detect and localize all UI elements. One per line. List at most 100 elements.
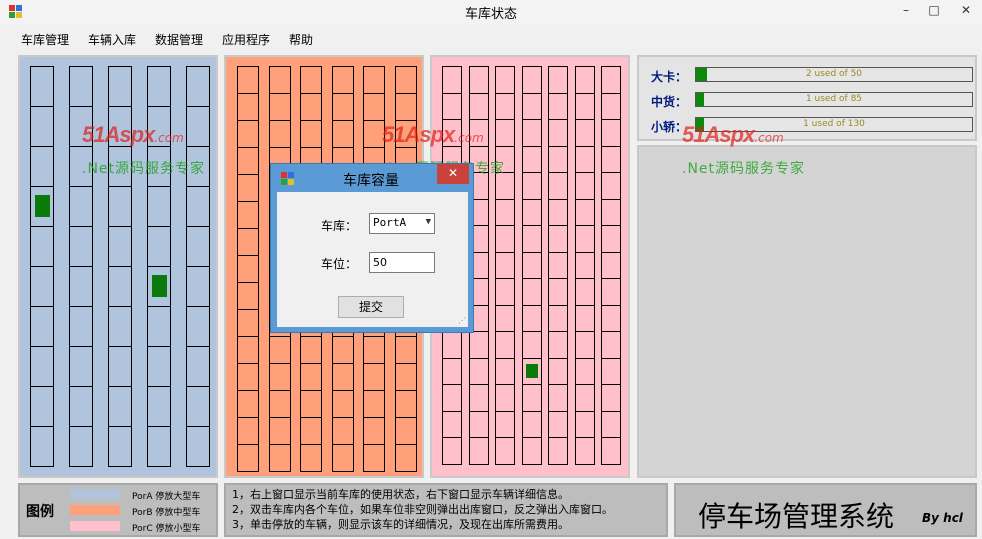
parking-slot[interactable]	[300, 363, 322, 391]
parking-slot[interactable]	[300, 417, 322, 445]
parking-slot[interactable]	[468, 410, 489, 438]
parking-slot[interactable]	[147, 426, 171, 467]
parking-slot[interactable]	[548, 437, 568, 465]
parking-slot[interactable]	[521, 278, 542, 306]
menu-applications[interactable]: 应用程序	[222, 31, 270, 48]
parking-slot[interactable]	[237, 228, 259, 256]
parking-slot[interactable]	[601, 92, 621, 120]
parking-slot[interactable]	[495, 92, 515, 120]
parking-slot[interactable]	[331, 390, 354, 418]
parking-slot[interactable]	[331, 363, 354, 391]
parking-slot[interactable]	[268, 363, 291, 391]
parking-slot[interactable]	[268, 417, 291, 445]
parking-slot[interactable]	[237, 390, 259, 418]
parking-slot[interactable]	[521, 251, 542, 279]
parking-slot[interactable]	[108, 226, 132, 267]
parking-slot[interactable]	[186, 426, 210, 467]
parking-slot[interactable]	[237, 363, 259, 391]
parking-slot[interactable]	[548, 66, 568, 94]
parking-slot[interactable]	[601, 251, 621, 279]
parking-slot[interactable]	[300, 66, 322, 94]
minimize-button[interactable]: –	[892, 0, 920, 22]
parking-slot[interactable]	[186, 346, 210, 387]
parking-slot[interactable]	[442, 437, 462, 465]
parking-slot[interactable]	[495, 437, 515, 465]
parking-slot[interactable]	[108, 66, 132, 107]
parking-slot[interactable]	[442, 384, 462, 412]
parking-slot[interactable]	[601, 278, 621, 306]
parking-slot[interactable]	[268, 444, 291, 472]
parking-slot[interactable]	[495, 410, 515, 438]
parking-slot[interactable]	[300, 390, 322, 418]
parking-slot[interactable]	[521, 410, 542, 438]
parking-slot[interactable]	[186, 266, 210, 307]
parking-slot[interactable]	[331, 444, 354, 472]
parking-slot[interactable]	[186, 106, 210, 147]
parking-slot[interactable]	[574, 225, 595, 253]
parking-slot[interactable]	[468, 66, 489, 94]
parking-slot[interactable]	[521, 198, 542, 226]
parking-slot[interactable]	[495, 225, 515, 253]
parking-slot[interactable]	[442, 66, 462, 94]
parking-slot[interactable]	[521, 384, 542, 412]
parking-slot[interactable]	[108, 186, 132, 227]
parking-slot[interactable]	[601, 357, 621, 385]
parking-slot[interactable]	[548, 172, 568, 200]
parking-slot[interactable]	[30, 186, 54, 227]
parking-slot[interactable]	[548, 357, 568, 385]
parking-slot[interactable]	[363, 417, 385, 445]
parking-slot[interactable]	[495, 331, 515, 359]
parking-slot[interactable]	[268, 93, 291, 121]
parking-slot[interactable]	[394, 444, 417, 472]
parking-slot[interactable]	[30, 66, 54, 107]
parking-slot[interactable]	[601, 198, 621, 226]
parking-slot[interactable]	[601, 119, 621, 147]
parking-slot[interactable]	[521, 66, 542, 94]
parking-slot[interactable]	[442, 357, 462, 385]
parking-slot[interactable]	[521, 331, 542, 359]
parking-slot[interactable]	[237, 147, 259, 175]
parking-slot[interactable]	[548, 145, 568, 173]
parking-slot[interactable]	[601, 304, 621, 332]
resize-grip-icon[interactable]: ⋰	[458, 316, 466, 325]
parking-slot[interactable]	[237, 174, 259, 202]
parking-slot[interactable]	[574, 251, 595, 279]
parking-slot[interactable]	[495, 304, 515, 332]
parking-slot[interactable]	[601, 437, 621, 465]
parked-vehicle[interactable]	[152, 275, 167, 297]
parking-slot[interactable]	[147, 306, 171, 347]
parking-slot[interactable]	[394, 93, 417, 121]
parking-slot[interactable]	[394, 336, 417, 364]
parking-slot[interactable]	[548, 251, 568, 279]
parking-slot[interactable]	[237, 417, 259, 445]
parking-slot[interactable]	[30, 386, 54, 427]
parking-slot[interactable]	[574, 384, 595, 412]
parking-slot[interactable]	[363, 390, 385, 418]
parking-slot[interactable]	[69, 306, 93, 347]
parking-slot[interactable]	[108, 346, 132, 387]
parking-slot[interactable]	[601, 172, 621, 200]
parking-slot[interactable]	[30, 106, 54, 147]
parking-slot[interactable]	[237, 309, 259, 337]
parking-slot[interactable]	[237, 282, 259, 310]
parking-slot[interactable]	[108, 306, 132, 347]
parking-slot[interactable]	[69, 386, 93, 427]
parking-slot[interactable]	[331, 66, 354, 94]
parking-slot[interactable]	[363, 336, 385, 364]
parking-slot[interactable]	[300, 336, 322, 364]
parking-slot[interactable]	[495, 198, 515, 226]
menu-garage-management[interactable]: 车库管理	[21, 31, 69, 48]
parking-slot[interactable]	[237, 255, 259, 283]
parking-slot[interactable]	[495, 66, 515, 94]
parking-slot[interactable]	[601, 384, 621, 412]
parking-slot[interactable]	[601, 225, 621, 253]
parking-slot[interactable]	[574, 145, 595, 173]
parking-slot[interactable]	[521, 119, 542, 147]
parking-slot[interactable]	[237, 444, 259, 472]
parking-slot[interactable]	[548, 384, 568, 412]
parking-slot[interactable]	[521, 225, 542, 253]
parking-slot[interactable]	[574, 172, 595, 200]
parking-slot[interactable]	[521, 145, 542, 173]
parking-slot[interactable]	[548, 278, 568, 306]
close-button[interactable]: ✕	[952, 0, 980, 22]
